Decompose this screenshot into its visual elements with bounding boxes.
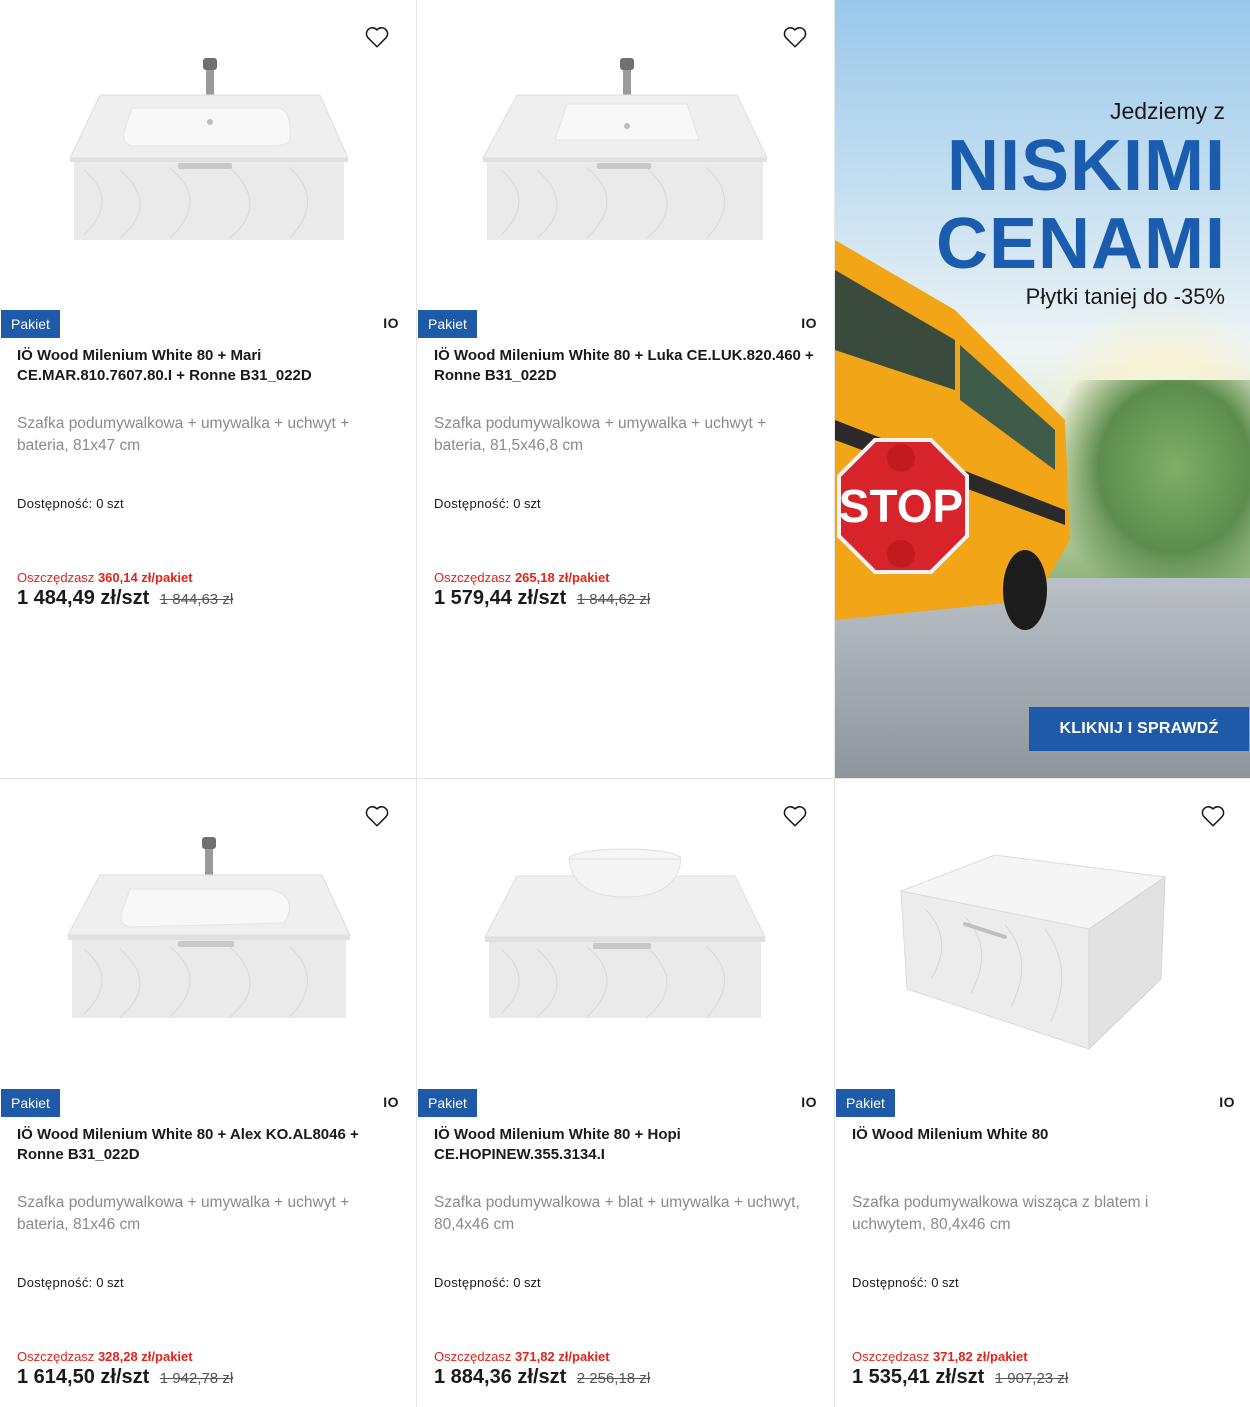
savings: Oszczędzasz 371,82 zł/pakiet <box>434 1349 610 1364</box>
heart-icon[interactable] <box>782 24 808 50</box>
product-image[interactable] <box>417 0 834 300</box>
savings-label: Oszczędzasz <box>434 1349 512 1364</box>
price-row: 1 484,49 zł/szt 1 844,63 zł <box>17 587 233 610</box>
availability: Dostępność: 0 szt <box>17 496 124 511</box>
product-image[interactable] <box>417 779 834 1079</box>
availability-value: 0 szt <box>96 496 124 511</box>
savings-amount: 328,28 zł/pakiet <box>97 1349 193 1364</box>
availability-label: Dostępność: <box>434 496 510 511</box>
savings-amount: 371,82 zł/pakiet <box>932 1349 1028 1364</box>
product-title[interactable]: IÖ Wood Milenium White 80 + Luka CE.LUK.… <box>434 346 816 386</box>
heart-icon[interactable] <box>364 24 390 50</box>
product-card[interactable]: Pakiet IO IÖ Wood Milenium White 80 + Al… <box>0 779 416 1407</box>
banner-headline-1: NISKIMI <box>946 126 1226 206</box>
availability: Dostępność: 0 szt <box>434 1275 541 1290</box>
availability-label: Dostępność: <box>17 496 93 511</box>
old-price: 1 907,23 zł <box>994 1370 1069 1387</box>
savings-label: Oszczędzasz <box>434 570 512 585</box>
product-grid: Pakiet IO IÖ Wood Milenium White 80 + Ma… <box>0 0 1250 1407</box>
availability-label: Dostępność: <box>434 1275 510 1290</box>
promo-banner[interactable]: STOP Jedziemy z NISKIMI CENAMI Płytki ta… <box>835 0 1250 778</box>
availability: Dostępność: 0 szt <box>17 1275 124 1290</box>
current-price: 1 535,41 zł/szt <box>852 1366 985 1388</box>
banner-subline: Płytki taniej do -35% <box>1025 284 1225 309</box>
banner-line1: Jedziemy z <box>1109 98 1225 124</box>
savings: Oszczędzasz 328,28 zł/pakiet <box>17 1349 193 1364</box>
price-row: 1 579,44 zł/szt 1 844,62 zł <box>434 587 650 610</box>
product-description: Szafka podumywalkowa + umywalka + uchwyt… <box>434 415 767 454</box>
current-price: 1 579,44 zł/szt <box>434 587 567 609</box>
availability-value: 0 szt <box>513 1275 541 1290</box>
product-image[interactable] <box>0 0 416 300</box>
product-description: Szafka podumywalkowa wisząca z blatem i … <box>852 1194 1149 1233</box>
availability: Dostępność: 0 szt <box>852 1275 959 1290</box>
availability-value: 0 szt <box>931 1275 959 1290</box>
availability-value: 0 szt <box>513 496 541 511</box>
product-description: Szafka podumywalkowa + umywalka + uchwyt… <box>17 1194 350 1233</box>
package-badge: Pakiet <box>418 1089 477 1117</box>
savings-amount: 265,18 zł/pakiet <box>514 570 610 585</box>
price-row: 1 535,41 zł/szt 1 907,23 zł <box>852 1366 1068 1389</box>
old-price: 1 844,62 zł <box>576 591 651 608</box>
price-row: 1 884,36 zł/szt 2 256,18 zł <box>434 1366 650 1389</box>
brand-logo: IO <box>383 1094 399 1110</box>
availability-label: Dostępność: <box>17 1275 93 1290</box>
availability: Dostępność: 0 szt <box>434 496 541 511</box>
savings-label: Oszczędzasz <box>17 570 95 585</box>
stop-sign-text: STOP <box>839 480 963 532</box>
old-price: 1 942,78 zł <box>159 1370 234 1387</box>
product-title[interactable]: IÖ Wood Milenium White 80 + Alex KO.AL80… <box>17 1125 398 1165</box>
availability-value: 0 szt <box>96 1275 124 1290</box>
savings-label: Oszczędzasz <box>852 1349 930 1364</box>
brand-logo: IO <box>1219 1094 1235 1110</box>
savings-amount: 360,14 zł/pakiet <box>97 570 193 585</box>
banner-trees <box>1055 380 1250 600</box>
package-badge: Pakiet <box>836 1089 895 1117</box>
package-badge: Pakiet <box>1 1089 60 1117</box>
product-image[interactable] <box>0 779 416 1079</box>
heart-icon[interactable] <box>782 803 808 829</box>
savings-label: Oszczędzasz <box>17 1349 95 1364</box>
package-badge: Pakiet <box>418 310 477 338</box>
old-price: 2 256,18 zł <box>576 1370 651 1387</box>
current-price: 1 884,36 zł/szt <box>434 1366 567 1388</box>
current-price: 1 484,49 zł/szt <box>17 587 150 609</box>
product-description: Szafka podumywalkowa + umywalka + uchwyt… <box>17 415 350 454</box>
current-price: 1 614,50 zł/szt <box>17 1366 150 1388</box>
savings: Oszczędzasz 371,82 zł/pakiet <box>852 1349 1028 1364</box>
product-card[interactable]: Pakiet IO IÖ Wood Milenium White 80 Szaf… <box>835 779 1250 1407</box>
banner-headline-2: CENAMI <box>936 204 1226 284</box>
savings: Oszczędzasz 265,18 zł/pakiet <box>434 570 610 585</box>
package-badge: Pakiet <box>1 310 60 338</box>
product-description: Szafka podumywalkowa + blat + umywalka +… <box>434 1194 800 1233</box>
brand-logo: IO <box>383 315 399 331</box>
product-card[interactable]: Pakiet IO IÖ Wood Milenium White 80 + Ho… <box>417 779 834 1407</box>
brand-logo: IO <box>801 1094 817 1110</box>
price-row: 1 614,50 zł/szt 1 942,78 zł <box>17 1366 233 1389</box>
availability-label: Dostępność: <box>852 1275 928 1290</box>
banner-cta-button[interactable]: KLIKNIJ I SPRAWDŹ <box>1029 707 1249 751</box>
brand-logo: IO <box>801 315 817 331</box>
product-card[interactable]: Pakiet IO IÖ Wood Milenium White 80 + Ma… <box>0 0 416 778</box>
heart-icon[interactable] <box>1200 803 1226 829</box>
product-title[interactable]: IÖ Wood Milenium White 80 + Mari CE.MAR.… <box>17 346 398 386</box>
product-image[interactable] <box>835 779 1250 1079</box>
product-card[interactable]: Pakiet IO IÖ Wood Milenium White 80 + Lu… <box>417 0 834 778</box>
product-title[interactable]: IÖ Wood Milenium White 80 <box>852 1125 1234 1145</box>
old-price: 1 844,63 zł <box>159 591 234 608</box>
stop-sign-icon: STOP <box>837 438 969 574</box>
savings: Oszczędzasz 360,14 zł/pakiet <box>17 570 193 585</box>
heart-icon[interactable] <box>364 803 390 829</box>
product-title[interactable]: IÖ Wood Milenium White 80 + Hopi CE.HOPI… <box>434 1125 816 1165</box>
savings-amount: 371,82 zł/pakiet <box>514 1349 610 1364</box>
